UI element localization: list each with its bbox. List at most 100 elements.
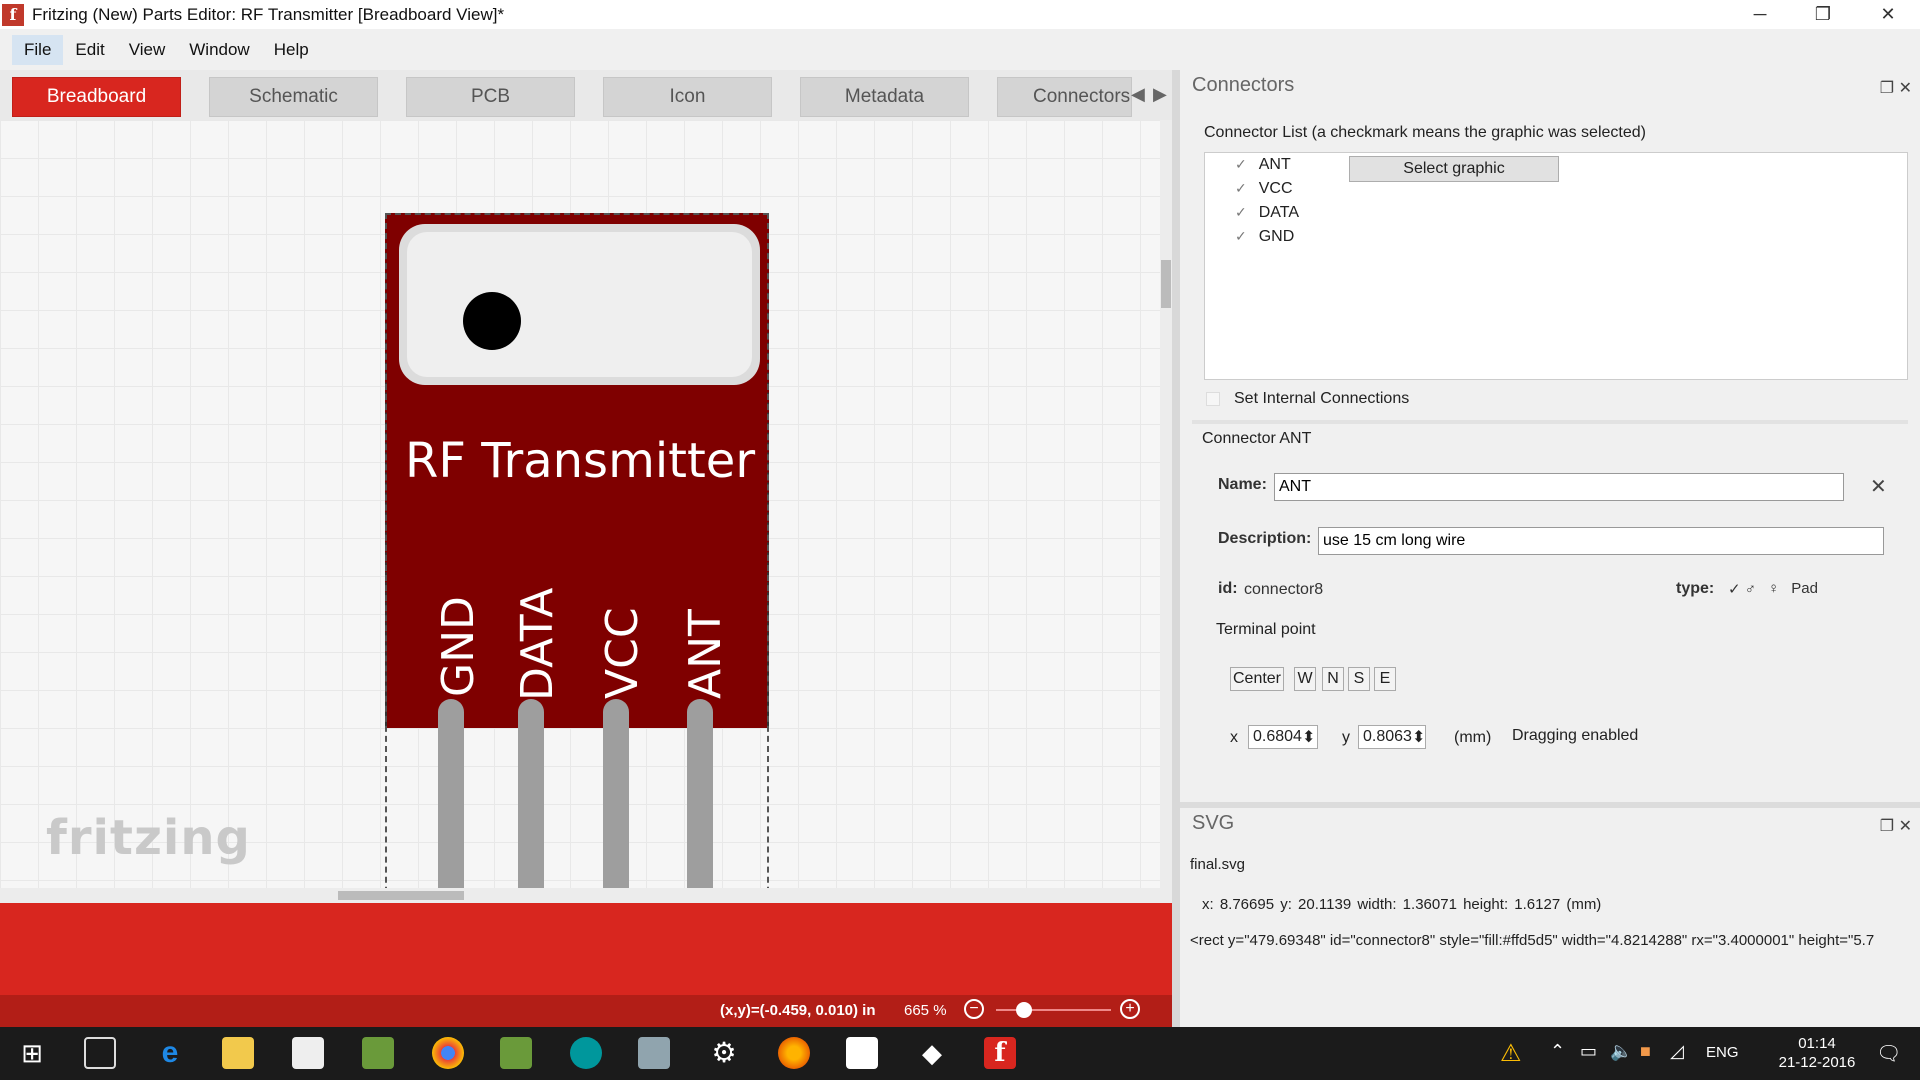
evernote-icon[interactable]: [362, 1037, 394, 1069]
connector-description-input[interactable]: [1318, 527, 1884, 555]
fritzing-taskbar-icon[interactable]: f: [984, 1037, 1016, 1069]
notifications-icon[interactable]: 🗨: [1876, 1041, 1901, 1066]
volume-icon[interactable]: 🔈: [1610, 1041, 1632, 1062]
tab-metadata[interactable]: Metadata: [800, 77, 969, 117]
pin-leg-ant: [687, 699, 713, 888]
connector-id-value: connector8: [1244, 581, 1324, 598]
settings-gear-icon[interactable]: ⚙: [708, 1037, 740, 1069]
vertical-scrollbar[interactable]: [1160, 120, 1172, 888]
connector-list[interactable]: ✓ ANT ✓ VCC ✓ DATA ✓ GND Select graphic: [1204, 152, 1908, 380]
firefox-icon[interactable]: [778, 1037, 810, 1069]
windows-start-icon[interactable]: ⊞: [16, 1037, 48, 1069]
connector-section-title: Connector ANT: [1202, 430, 1312, 447]
terminal-south-button[interactable]: S: [1348, 667, 1370, 691]
x-label: x: [1230, 729, 1238, 746]
tab-pcb[interactable]: PCB: [406, 77, 575, 117]
menu-help[interactable]: Help: [262, 35, 321, 65]
restore-button[interactable]: ❐: [1792, 0, 1854, 29]
menu-bar: File Edit View Window Help: [0, 29, 1920, 70]
menu-edit[interactable]: Edit: [63, 35, 116, 65]
connector-list-label: Connector List (a checkmark means the gr…: [1204, 124, 1646, 141]
minimize-button[interactable]: ─: [1729, 0, 1791, 29]
type-pad-option[interactable]: Pad: [1791, 580, 1818, 598]
terminal-center-button[interactable]: Center: [1230, 667, 1284, 691]
internal-connections-checkbox[interactable]: Set Internal Connections: [1206, 390, 1409, 408]
terminal-x-spinbox[interactable]: 0.6804 ⬍: [1248, 725, 1318, 749]
panel-splitter[interactable]: [1172, 70, 1180, 1027]
app-icon[interactable]: ◆: [916, 1037, 948, 1069]
tray-app-icon[interactable]: ■: [1640, 1041, 1651, 1062]
taskbar: ⊞ e ⚙ ◆ f ⚠ ⌃ ▭ 🔈 ■ ◿ ENG 01:14 21-12-20…: [0, 1027, 1920, 1080]
terminal-y-spinbox[interactable]: 0.8063 ⬍: [1358, 725, 1426, 749]
tab-schematic[interactable]: Schematic: [209, 77, 378, 117]
edge-browser-icon[interactable]: e: [154, 1037, 186, 1069]
list-item[interactable]: ✓ DATA: [1235, 204, 1299, 222]
editor-area: Breadboard Schematic PCB Icon Metadata C…: [0, 70, 1172, 1027]
connector-name-input[interactable]: [1274, 473, 1844, 501]
app-icon[interactable]: [638, 1037, 670, 1069]
zoom-slider[interactable]: [996, 1009, 1111, 1011]
store-icon[interactable]: [292, 1037, 324, 1069]
pin-label-ant: ANT: [680, 609, 731, 699]
checkmark-icon: ✓: [1235, 156, 1247, 172]
tray-overflow-icon[interactable]: ⌃: [1550, 1041, 1565, 1062]
photos-icon[interactable]: [846, 1037, 878, 1069]
checkmark-icon: ✓: [1235, 180, 1247, 196]
type-label: type:: [1676, 580, 1715, 597]
svg-panel: SVG ❐ ✕ final.svg x: 8.76695 y: 20.1139 …: [1180, 802, 1920, 1027]
tab-scroll-right-icon[interactable]: ▶: [1153, 84, 1167, 105]
pin-leg-gnd: [438, 699, 464, 888]
rf-transmitter-part[interactable]: RF Transmitter GND DATA VCC ANT: [385, 213, 769, 888]
checkmark-icon: ✓: [1235, 228, 1247, 244]
svg-filename: final.svg: [1190, 856, 1246, 873]
zoom-slider-handle[interactable]: [1016, 1002, 1032, 1018]
tripadvisor-icon[interactable]: [500, 1037, 532, 1069]
battery-icon[interactable]: ▭: [1580, 1041, 1597, 1062]
warning-icon[interactable]: ⚠: [1500, 1039, 1522, 1068]
spin-arrows-icon[interactable]: ⬍: [1412, 727, 1425, 747]
clear-name-icon[interactable]: ✕: [1870, 474, 1887, 499]
task-view-icon[interactable]: [84, 1037, 116, 1069]
panel-float-close-icons[interactable]: ❐ ✕: [1880, 816, 1912, 836]
menu-file[interactable]: File: [12, 34, 64, 65]
connectors-panel-title: Connectors: [1192, 74, 1295, 96]
connector-type-options[interactable]: ✓ ♂ ♀ Pad: [1728, 580, 1818, 598]
list-item[interactable]: ✓ ANT: [1235, 156, 1291, 174]
connectors-panel: Connectors ❐ ✕ Connector List (a checkma…: [1180, 70, 1920, 802]
type-male-icon[interactable]: ✓ ♂: [1728, 580, 1756, 598]
horizontal-scrollbar[interactable]: [0, 888, 1172, 903]
tab-icon[interactable]: Icon: [603, 77, 772, 117]
list-item[interactable]: ✓ GND: [1235, 228, 1294, 246]
panel-float-close-icons[interactable]: ❐ ✕: [1880, 78, 1912, 98]
clock[interactable]: 01:14 21-12-2016: [1772, 1034, 1862, 1072]
arduino-icon[interactable]: [570, 1037, 602, 1069]
zoom-out-icon[interactable]: −: [964, 999, 984, 1019]
pin-label-data: DATA: [512, 587, 563, 701]
pin-leg-vcc: [603, 699, 629, 888]
terminal-west-button[interactable]: W: [1294, 667, 1316, 691]
svg-panel-title: SVG: [1192, 812, 1235, 834]
wifi-icon[interactable]: ◿: [1670, 1041, 1684, 1062]
cursor-coordinates: (x,y)=(-0.459, 0.010) in: [720, 1002, 876, 1019]
menu-view[interactable]: View: [117, 35, 178, 65]
terminal-east-button[interactable]: E: [1374, 667, 1396, 691]
footer-band: [0, 903, 1172, 995]
spin-arrows-icon[interactable]: ⬍: [1302, 727, 1315, 747]
terminal-north-button[interactable]: N: [1322, 667, 1344, 691]
file-explorer-icon[interactable]: [222, 1037, 254, 1069]
list-item[interactable]: ✓ VCC: [1235, 180, 1293, 198]
fritzing-app-icon: f: [2, 3, 24, 26]
svg-geometry: x: 8.76695 y: 20.1139 width: 1.36071 hei…: [1202, 896, 1602, 913]
menu-window[interactable]: Window: [177, 35, 261, 65]
breadboard-canvas[interactable]: RF Transmitter GND DATA VCC ANT fritzing: [0, 120, 1160, 888]
tab-connectors[interactable]: Connectors: [997, 77, 1132, 117]
tab-scroll-left-icon[interactable]: ◀: [1131, 84, 1145, 105]
tab-breadboard[interactable]: Breadboard: [12, 77, 181, 117]
zoom-in-icon[interactable]: +: [1120, 999, 1140, 1019]
zoom-level: 665 %: [904, 1002, 947, 1019]
chrome-icon[interactable]: [432, 1037, 464, 1069]
select-graphic-button[interactable]: Select graphic: [1349, 156, 1559, 182]
type-female-icon[interactable]: ♀: [1768, 580, 1779, 598]
language-indicator[interactable]: ENG: [1706, 1044, 1739, 1061]
close-button[interactable]: ✕: [1857, 0, 1919, 29]
